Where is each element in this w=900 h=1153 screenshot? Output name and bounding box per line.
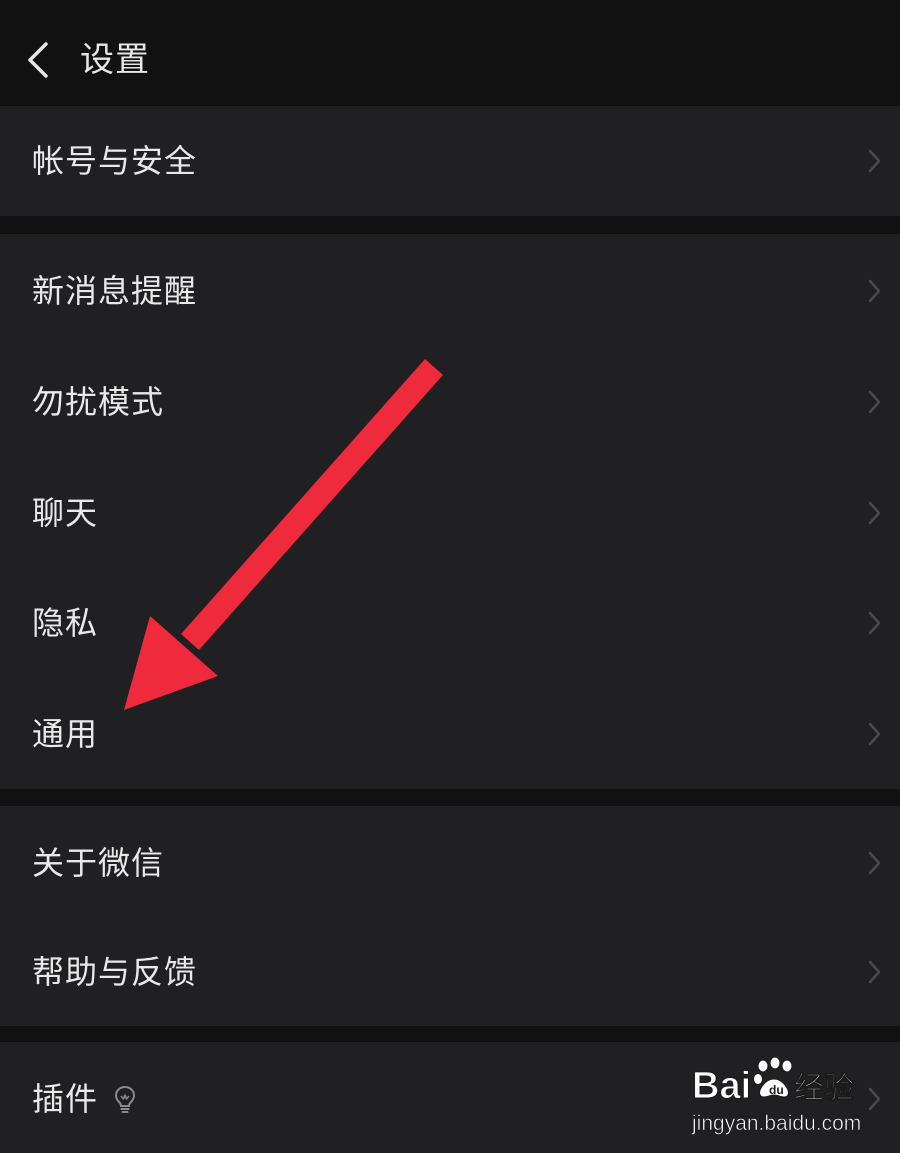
chevron-right-icon [868,149,881,173]
cell-chat[interactable]: 聊天 [0,458,900,568]
cell-plugins[interactable]: 插件 [0,1044,900,1153]
settings-screen: 设置 帐号与安全 新消息提醒 勿扰模式 聊天 隐私 通用 关于微信 帮助与反馈 … [0,0,900,1153]
lightbulb-icon [114,1085,136,1113]
cell-label: 勿扰模式 [32,383,165,421]
chevron-right-icon [868,611,881,635]
chevron-right-icon [868,960,881,984]
group-account: 帐号与安全 [0,106,900,216]
group-plugins: 插件 [0,1042,900,1153]
chevron-right-icon [868,279,881,303]
cell-about-wechat[interactable]: 关于微信 [0,808,900,918]
cell-label: 插件 [32,1080,99,1118]
group-preferences: 新消息提醒 勿扰模式 聊天 隐私 通用 [0,234,900,789]
chevron-right-icon [868,1087,881,1111]
group-about: 关于微信 帮助与反馈 [0,806,900,1026]
chevron-right-icon [868,722,881,746]
cell-privacy[interactable]: 隐私 [0,568,900,678]
cell-label: 聊天 [32,494,99,532]
cell-do-not-disturb[interactable]: 勿扰模式 [0,347,900,457]
cell-general[interactable]: 通用 [0,679,900,789]
cell-new-message-alerts[interactable]: 新消息提醒 [0,236,900,346]
cell-label: 帐号与安全 [32,142,198,180]
page-title: 设置 [80,40,150,80]
cell-label: 帮助与反馈 [32,953,198,991]
chevron-left-icon [28,42,48,78]
chevron-right-icon [868,501,881,525]
cell-label: 隐私 [32,604,99,642]
chevron-right-icon [868,851,881,875]
cell-label: 新消息提醒 [32,272,198,310]
cell-account-security[interactable]: 帐号与安全 [0,106,900,216]
chevron-right-icon [868,390,881,414]
cell-label: 通用 [32,715,99,753]
cell-help-feedback[interactable]: 帮助与反馈 [0,917,900,1027]
cell-label: 关于微信 [32,844,165,882]
back-button[interactable] [18,36,62,84]
nav-bar: 设置 [0,0,900,106]
